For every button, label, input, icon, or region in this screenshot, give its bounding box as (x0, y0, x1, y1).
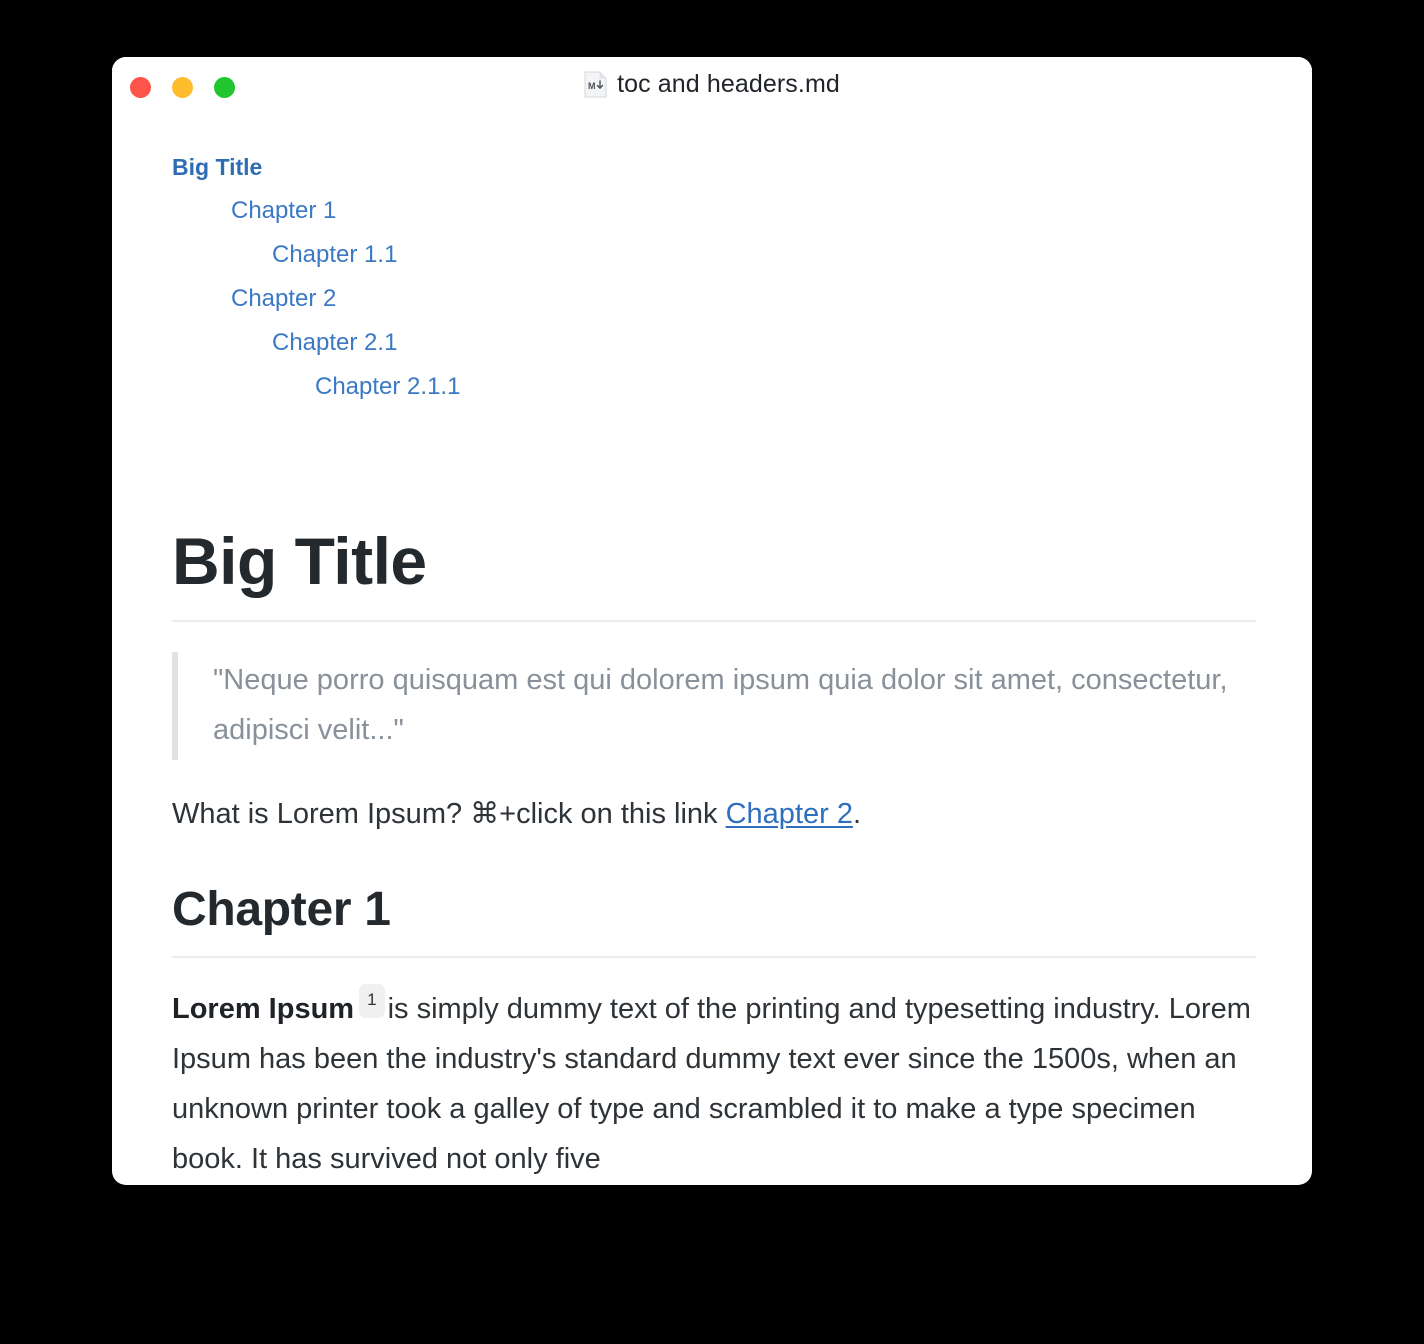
bold-lead-text: Lorem Ipsum (172, 993, 355, 1026)
markdown-preview-window: M toc and headers.md Big Title Chapter 1… (112, 57, 1312, 1185)
heading-rule (172, 619, 1256, 622)
toc-link-chapter-1-1[interactable]: Chapter 1.1 (272, 233, 397, 277)
link-paragraph-lead-text: What is Lorem Ipsum? ⌘+click on this lin… (172, 797, 726, 830)
paragraph-lorem-ipsum-body: Lorem Ipsum 1 is simply dummy text of the … (172, 984, 1256, 1185)
heading-rule-chapter-1 (172, 956, 1256, 959)
paragraph-with-link: What is Lorem Ipsum? ⌘+click on this lin… (172, 790, 1256, 840)
h1-section: Big Title (172, 524, 1256, 622)
minimize-window-button[interactable] (172, 77, 193, 98)
maximize-window-button[interactable] (214, 77, 235, 98)
blockquote-neque-porro: "Neque porro quisquam est qui dolorem ip… (172, 651, 1253, 760)
svg-text:M: M (588, 81, 596, 91)
desktop-background: M toc and headers.md Big Title Chapter 1… (0, 0, 1424, 1344)
window-controls (130, 77, 235, 98)
window-title-text: toc and headers.md (617, 70, 840, 98)
window-title-group: M toc and headers.md (112, 71, 1312, 98)
toc-link-big-title[interactable]: Big Title (172, 145, 262, 189)
inline-link-chapter-2[interactable]: Chapter 2 (726, 798, 853, 830)
toc-link-chapter-2[interactable]: Chapter 2 (231, 277, 336, 321)
link-paragraph-trailing-text: . (852, 797, 862, 830)
toc-link-chapter-2-1-1[interactable]: Chapter 2.1.1 (315, 365, 460, 409)
heading-big-title: Big Title (172, 524, 427, 598)
toc-link-chapter-2-1[interactable]: Chapter 2.1 (272, 321, 397, 365)
h2-section: Chapter 1 (172, 882, 1256, 959)
markdown-file-icon: M (584, 71, 607, 98)
table-of-contents: Big Title Chapter 1 Chapter 1.1 Chapter … (172, 117, 1256, 409)
heading-chapter-1: Chapter 1 (172, 882, 391, 936)
document-content: Big Title Chapter 1 Chapter 1.1 Chapter … (112, 117, 1312, 1185)
close-window-button[interactable] (130, 77, 151, 98)
footnote-reference-1[interactable]: 1 (359, 984, 385, 1019)
window-titlebar[interactable]: M toc and headers.md (112, 57, 1312, 117)
toc-link-chapter-1[interactable]: Chapter 1 (231, 189, 336, 233)
